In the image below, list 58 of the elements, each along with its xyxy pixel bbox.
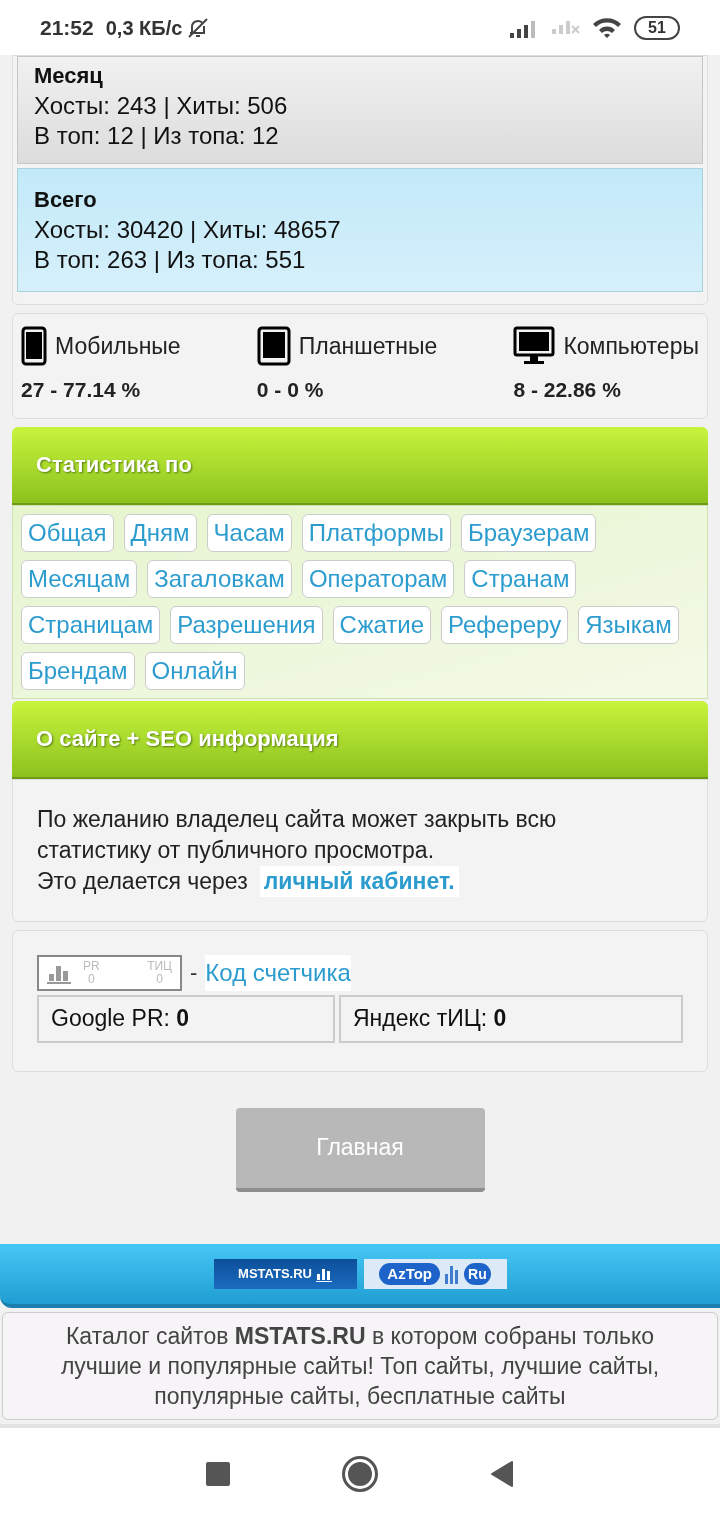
period-top: В топ: 12 | Из топа: 12 — [34, 121, 280, 151]
device-value: 27 - 77.14 % — [21, 377, 142, 403]
badge-value: 0 — [156, 972, 163, 986]
bar-chart-icon — [315, 1266, 332, 1282]
stats-link[interactable]: Рефереру — [441, 605, 569, 644]
phone-icon — [21, 326, 47, 366]
seo-text: По желанию владелец сайта может закрыть всю статистику от публичного просмотра. — [37, 804, 558, 865]
monitor-icon — [513, 326, 556, 366]
badge-label: ТИЦ — [147, 959, 172, 973]
stats-link[interactable]: Часам — [206, 513, 292, 552]
section-title: Статистика по — [36, 451, 192, 479]
bell-off-icon — [186, 15, 211, 40]
battery-level: 51 — [648, 19, 666, 36]
stats-link[interactable]: Странам — [464, 559, 577, 598]
stats-link[interactable]: Разрешения — [170, 605, 323, 644]
wifi-icon — [592, 16, 622, 39]
footer-text: Каталог сайтов MSTATS.RU в котором собраны только лучшие и популярные сайты! Топ сайты, лучшие сайты, популярные сайты, бесплатные сайты — [2, 1312, 718, 1420]
dash: - — [190, 959, 198, 987]
period-hits: Хосты: 243 | Хиты: 506 — [34, 91, 289, 121]
period-title: Всего — [34, 186, 98, 214]
rank-cell: Яндекс тИЦ: 0 — [339, 994, 683, 1043]
stats-link[interactable]: Сжатие — [332, 605, 431, 644]
aztop-banner[interactable]: AzTop Ru — [363, 1259, 507, 1289]
stats-link[interactable]: Брендам — [21, 651, 135, 690]
device-value: 8 - 22.86 % — [513, 377, 622, 403]
bar-chart-icon — [444, 1264, 460, 1284]
tablet-icon — [256, 326, 291, 366]
counter-code-link[interactable]: Код счетчика — [205, 954, 351, 991]
stats-link[interactable]: Загаловкам — [147, 559, 292, 598]
stats-link[interactable]: Общая — [21, 513, 114, 552]
home-nav-button[interactable] — [342, 1456, 378, 1492]
device-label: Компьютеры — [563, 331, 699, 361]
stats-link[interactable]: Страницам — [21, 605, 161, 644]
stats-link[interactable]: Браузерам — [461, 513, 597, 552]
device-label: Мобильные — [55, 331, 181, 361]
stats-link[interactable]: Дням — [123, 513, 197, 552]
network-speed: 0,3 КБ/с — [105, 15, 183, 41]
section-title: О сайте + SEO информация — [36, 725, 339, 753]
device-label: Планшетные — [298, 331, 438, 361]
stats-link[interactable]: Месяцам — [21, 559, 138, 598]
clock: 21:52 — [40, 14, 94, 41]
no-signal-icon — [552, 20, 580, 35]
stats-link[interactable]: Языкам — [578, 605, 679, 644]
stats-link[interactable]: Операторам — [301, 559, 455, 598]
rank-cell: Google PR: 0 — [37, 994, 335, 1043]
period-title: Месяц — [34, 62, 104, 90]
badge-label: PR — [83, 959, 100, 973]
stats-link[interactable]: Платформы — [301, 513, 451, 552]
stats-link[interactable]: Онлайн — [144, 651, 245, 690]
back-icon[interactable] — [490, 1461, 514, 1487]
period-top: В топ: 263 | Из топа: 551 — [34, 245, 307, 275]
device-value: 0 - 0 % — [256, 377, 325, 403]
account-link[interactable]: личный кабинет. — [259, 865, 459, 897]
period-hits: Хосты: 30420 | Хиты: 48657 — [34, 215, 342, 245]
mstats-banner[interactable]: MSTATS.RU — [213, 1259, 357, 1289]
seo-text: Это делается через — [37, 866, 248, 896]
home-button[interactable]: Главная — [235, 1107, 485, 1192]
badge-value: 0 — [88, 972, 95, 986]
